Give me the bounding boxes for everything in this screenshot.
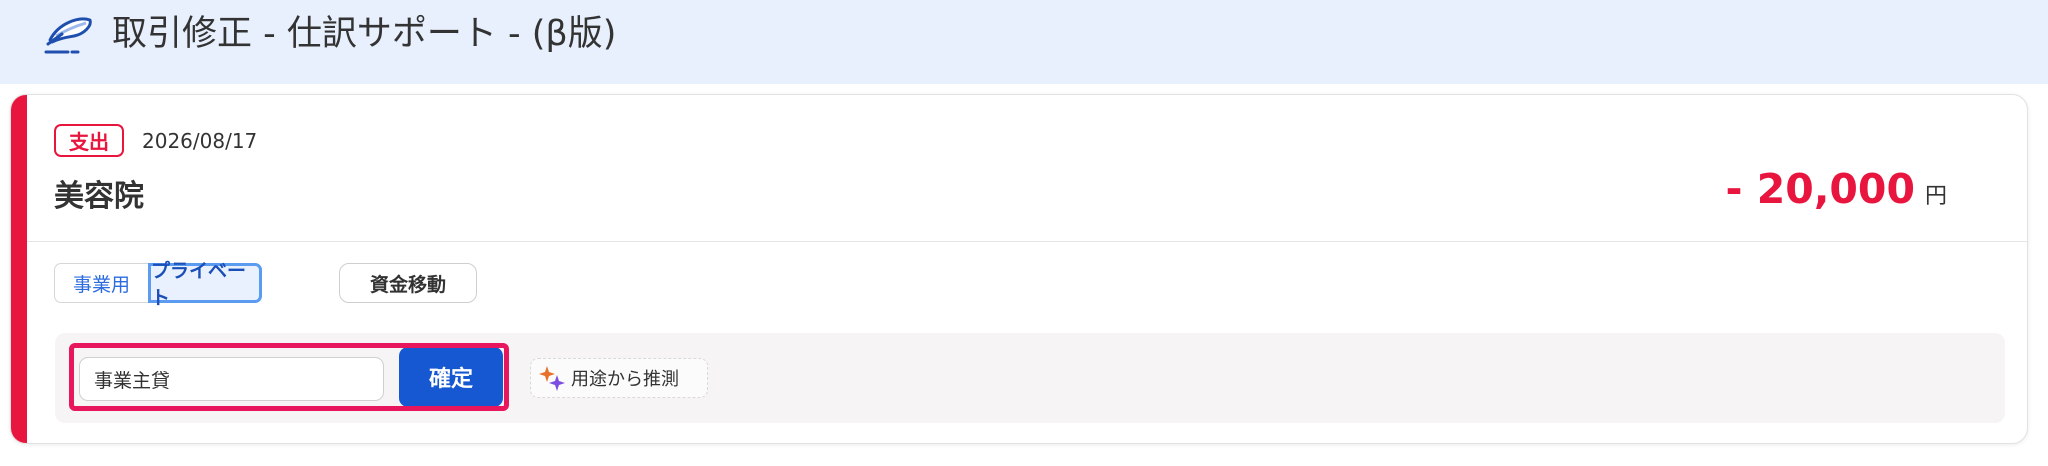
merchant-name: 美容院 xyxy=(54,179,144,214)
private-toggle-button[interactable]: プライベート xyxy=(148,260,262,309)
transaction-amount: - 20,000 円 xyxy=(1725,165,1947,213)
expense-accent-bar xyxy=(11,95,27,443)
fund-transfer-button[interactable]: 資金移動 xyxy=(339,263,477,303)
focus-highlight-frame xyxy=(69,343,509,411)
currency-unit: 円 xyxy=(1924,184,1947,209)
feather-pen-icon xyxy=(44,17,92,54)
amount-value: - 20,000 xyxy=(1725,165,1915,213)
infer-label: 用途から推測 xyxy=(571,369,679,390)
card-divider xyxy=(27,241,2027,242)
sparkle-icon xyxy=(539,366,565,391)
app-header: 取引修正 - 仕訳サポート - (β版) xyxy=(0,0,2048,84)
page-title: 取引修正 - 仕訳サポート - (β版) xyxy=(112,14,617,54)
transaction-date: 2026/08/17 xyxy=(142,129,258,153)
expense-type-badge: 支出 xyxy=(54,124,124,157)
infer-from-usage-button[interactable]: 用途から推測 xyxy=(530,358,708,398)
transaction-card: 支出 2026/08/17 美容院 - 20,000 円 事業用 プライベート … xyxy=(10,94,2028,444)
business-toggle-button[interactable]: 事業用 xyxy=(54,263,148,303)
business-private-toggle: 事業用 プライベート xyxy=(54,260,262,309)
